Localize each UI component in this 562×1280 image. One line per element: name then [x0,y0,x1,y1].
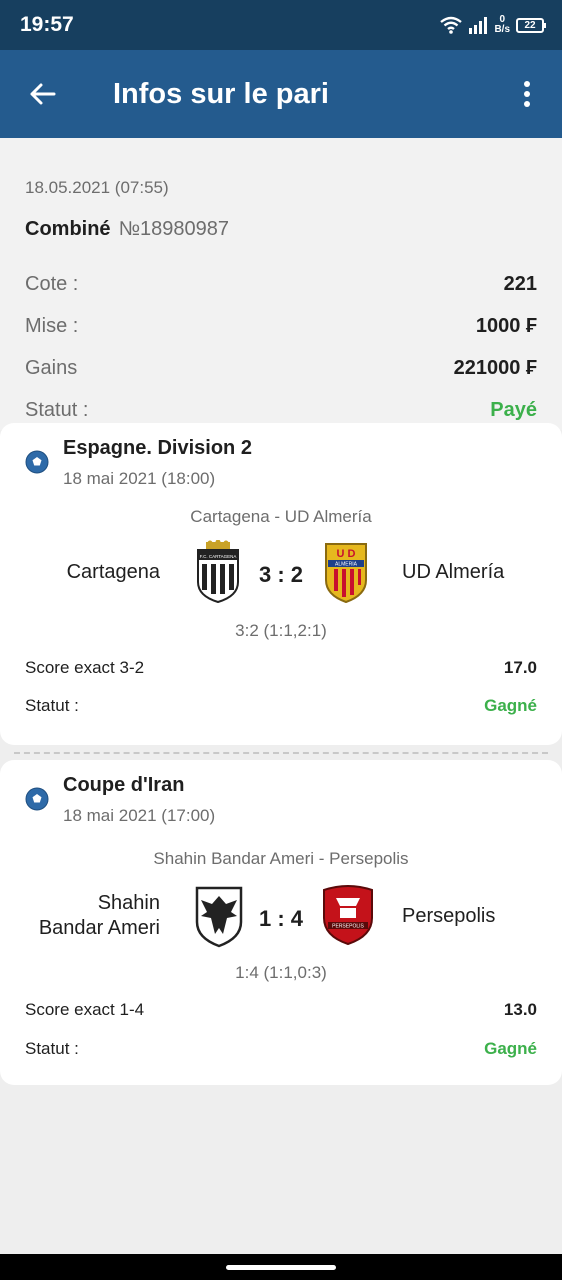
event-card-2[interactable]: Coupe d'Iran 18 mai 2021 (17:00) Shahin … [0,760,562,1085]
market-name: Score exact 1-4 [25,1000,145,1019]
market-row: Score exact 1-4 13.0 [25,999,537,1021]
page-title: Infos sur le pari [113,78,329,110]
bet-number: №18980987 [118,218,230,240]
score-detail: 3:2 (1:1,2:1) [235,621,327,640]
event-status-row: Statut : Gagné [25,1038,537,1060]
home-indicator[interactable] [226,1265,336,1270]
almeria-logo-initials: U D [337,548,356,560]
score-detail: 1:4 (1:1,0:3) [235,963,327,982]
home-team-line-2: Bandar Ameri [38,917,160,939]
market-odds: 13.0 [503,1000,537,1019]
league-name: Coupe d'Iran [63,774,185,796]
persepolis-logo-icon: PERSEPOLIS [323,885,373,946]
battery-icon: 22 [516,17,546,33]
event-status-badge: Gagné [484,1039,537,1058]
match-date: 18 mai 2021 (17:00) [63,806,216,825]
market-odds: 17.0 [503,658,537,677]
odds-row: Cote : 221 [25,271,537,297]
status-label: Statut : [25,398,89,421]
odds-label: Cote : [25,272,79,295]
status-row: Statut : Payé [25,397,537,423]
status-time: 19:57 [20,13,74,36]
event-status-row: Statut : Gagné [25,695,537,717]
shahin-logo-icon [195,886,243,948]
match-score: 3 : 2 [258,562,304,587]
net-speed: 0 B/s [494,15,510,35]
home-team: Shahin Bandar Ameri [39,891,160,941]
soccer-ball-icon [25,450,49,474]
winnings-label: Gains [25,356,78,379]
bet-date: 18.05.2021 (07:55) [25,178,169,197]
more-options-button[interactable] [514,76,540,112]
league-name: Espagne. Division 2 [63,437,252,459]
card-divider [14,752,548,754]
stake-value: 1000 ₣ [475,314,537,337]
stake-label: Mise : [25,314,79,337]
cartagena-logo-text: F.C. CARTAGENA [200,554,237,559]
match-date: 18 mai 2021 (18:00) [63,469,216,488]
almeria-logo-text: ALMERIA [335,562,358,568]
signal-icon [469,17,488,34]
cartagena-logo-icon: F.C. CARTAGENA [197,540,239,604]
event-card-1[interactable]: Espagne. Division 2 18 mai 2021 (18:00) … [0,423,562,745]
more-vert-icon [524,81,530,107]
market-row: Score exact 3-2 17.0 [25,657,537,679]
market-name: Score exact 3-2 [25,658,145,677]
match-score: 1 : 4 [258,906,304,931]
back-button[interactable] [24,76,60,112]
matchup: Shahin Bandar Ameri - Persepolis [153,849,409,868]
battery-level: 22 [524,19,536,31]
event-status-label: Statut : [25,696,79,715]
odds-value: 221 [503,272,537,295]
soccer-ball-icon [25,787,49,811]
away-team: Persepolis [402,905,496,927]
home-team-line-1: Shahin [97,892,160,914]
status-badge: Payé [490,398,537,421]
bet-type: Combiné [25,218,111,240]
away-team: UD Almería [402,561,505,583]
matchup: Cartagena - UD Almería [190,507,372,526]
status-bar: 19:57 0 B/s 22 [0,0,562,50]
app-bar: Infos sur le pari [0,50,562,138]
event-status-badge: Gagné [484,696,537,715]
winnings-value: 221000 ₣ [453,356,537,379]
bet-type-line: Combiné №18980987 [25,218,229,241]
almeria-logo-icon: U D ALMERIA [325,543,367,604]
home-team: Cartagena [66,561,160,583]
bet-summary: 18.05.2021 (07:55) Combiné №18980987 Cote… [0,138,562,430]
system-nav-bar [0,1254,562,1280]
stake-row: Mise : 1000 ₣ [25,313,537,339]
winnings-row: Gains 221000 ₣ [25,355,537,381]
status-icons: 0 B/s 22 [440,12,546,38]
event-status-label: Statut : [25,1039,79,1058]
back-arrow-icon [30,83,56,105]
net-speed-unit: B/s [494,24,510,35]
persepolis-logo-text: PERSEPOLIS [332,924,364,930]
wifi-icon [440,16,463,34]
